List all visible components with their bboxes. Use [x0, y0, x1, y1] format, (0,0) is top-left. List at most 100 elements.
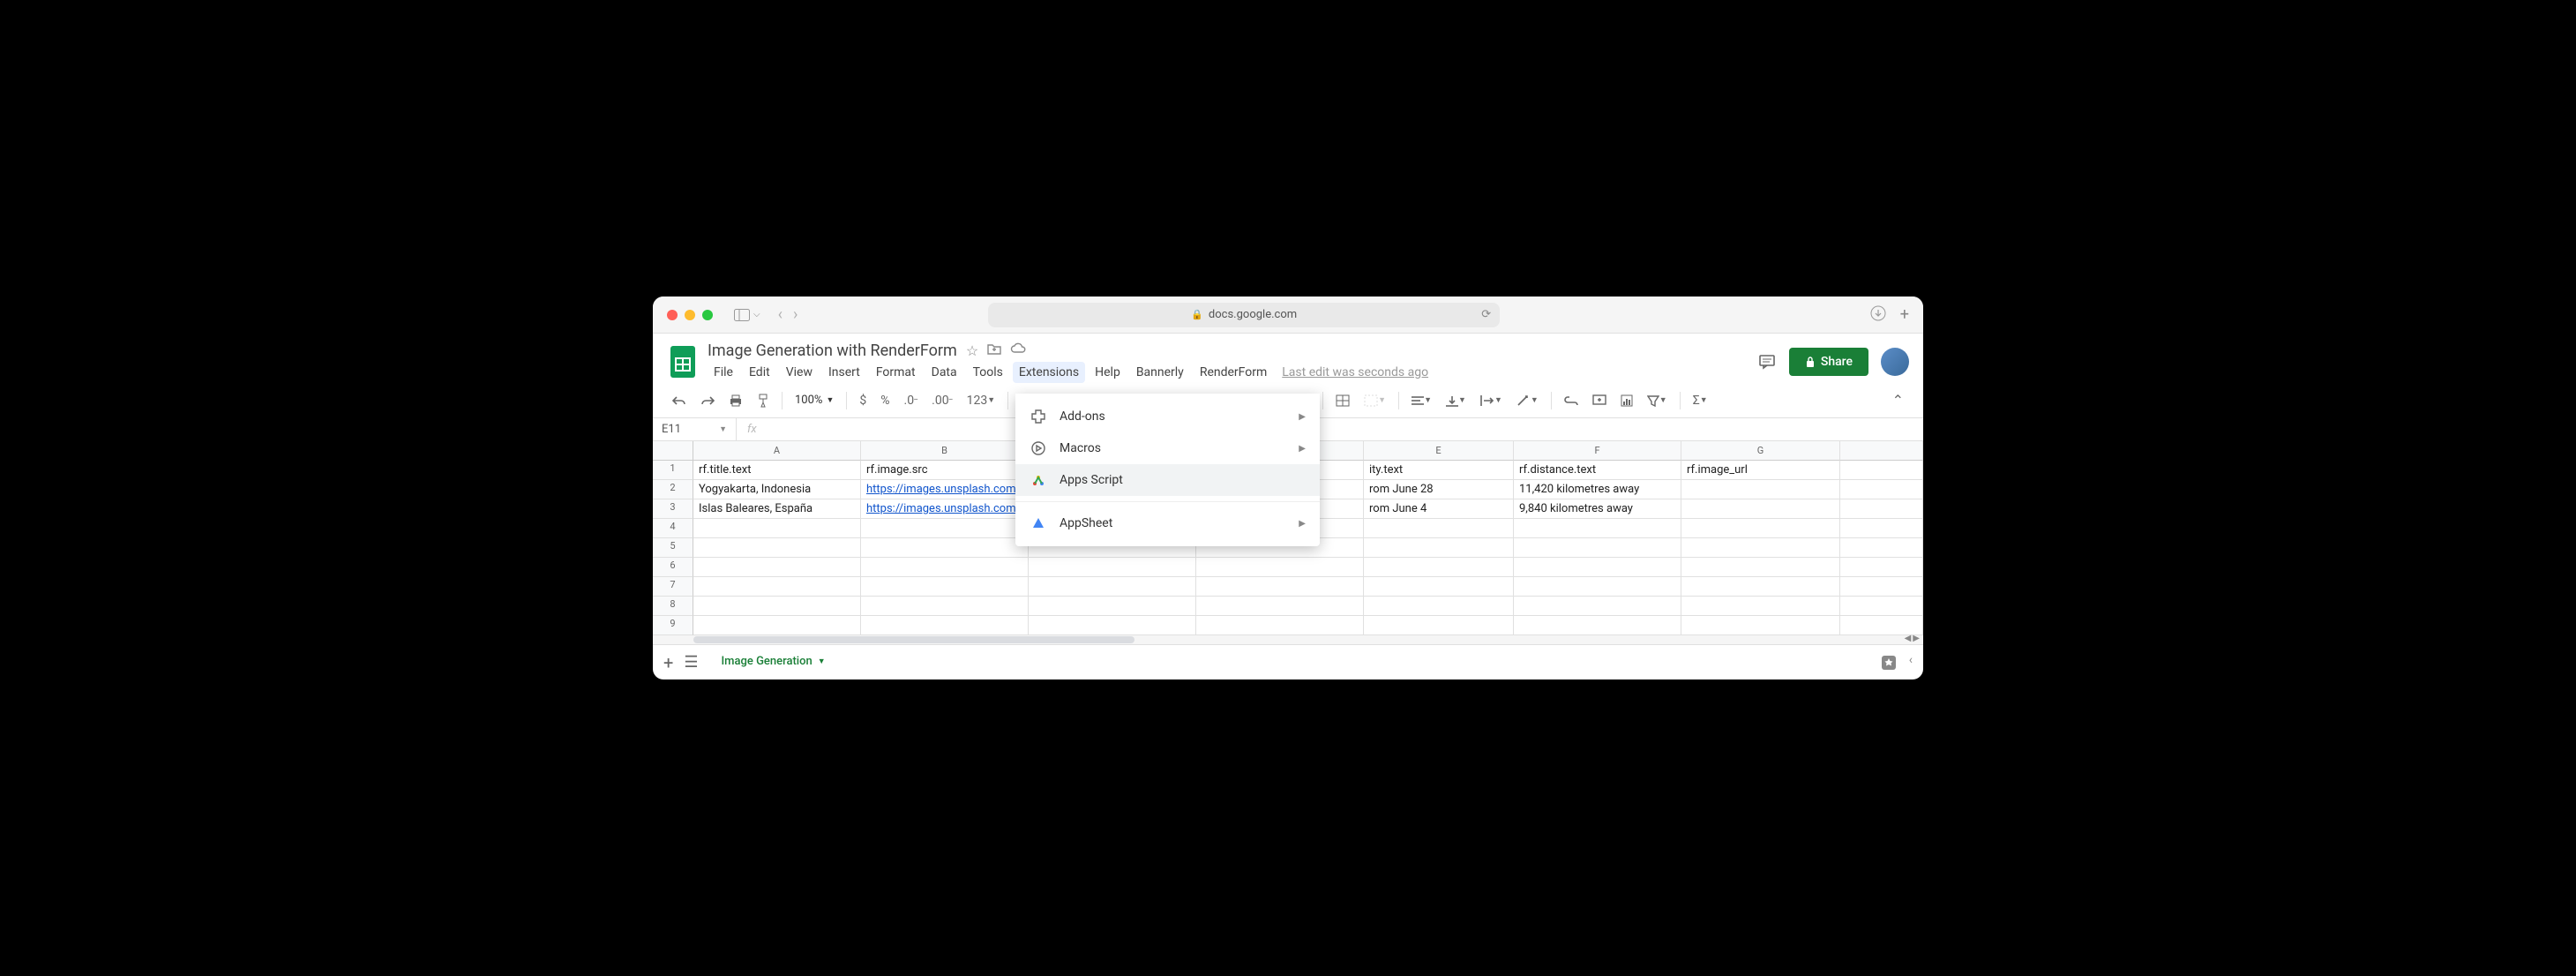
cell-a3[interactable]: Islas Baleares, España	[693, 499, 861, 519]
scrollbar-thumb[interactable]	[693, 636, 1134, 643]
cell-g2[interactable]	[1681, 480, 1840, 499]
merge-cells-button[interactable]	[1330, 391, 1355, 410]
col-header-g[interactable]: G	[1681, 441, 1840, 461]
reload-icon[interactable]: ⟳	[1481, 308, 1491, 321]
add-sheet-button[interactable]: +	[663, 652, 673, 673]
row-header-2[interactable]: 2	[653, 480, 693, 499]
star-icon[interactable]: ☆	[966, 342, 978, 359]
cell-e2[interactable]: rom June 28	[1364, 480, 1514, 499]
cell-f3[interactable]: 9,840 kilometres away	[1514, 499, 1681, 519]
borders-button[interactable]: ▼	[1359, 391, 1391, 410]
user-avatar[interactable]	[1881, 348, 1909, 376]
horizontal-scrollbar[interactable]: ◀▶	[653, 635, 1923, 644]
col-header-b[interactable]: B	[861, 441, 1029, 461]
cloud-icon[interactable]	[1010, 342, 1026, 359]
cell-a2[interactable]: Yogyakarta, Indonesia	[693, 480, 861, 499]
menu-renderform[interactable]: RenderForm	[1194, 362, 1273, 383]
cell-g3[interactable]	[1681, 499, 1840, 519]
currency-button[interactable]: $	[854, 390, 872, 411]
col-header-blank[interactable]	[1840, 441, 1923, 461]
address-bar[interactable]: 🔒 docs.google.com ⟳	[988, 303, 1500, 327]
comment-button[interactable]	[1587, 391, 1612, 410]
cell-b2[interactable]: https://images.unsplash.com	[861, 480, 1029, 499]
sheets-logo[interactable]	[667, 341, 699, 383]
cell-e1[interactable]: ity.text	[1364, 461, 1514, 480]
explore-button[interactable]	[1879, 653, 1898, 672]
cell-g1[interactable]: rf.image_url	[1681, 461, 1840, 480]
forward-button[interactable]: ›	[793, 305, 798, 324]
row-header-1[interactable]: 1	[653, 461, 693, 480]
side-panel-toggle[interactable]: ‹	[1909, 653, 1913, 672]
undo-button[interactable]	[667, 391, 692, 410]
cell-e3[interactable]: rom June 4	[1364, 499, 1514, 519]
cell-f1[interactable]: rf.distance.text	[1514, 461, 1681, 480]
cell-b3[interactable]: https://images.unsplash.com	[861, 499, 1029, 519]
dropdown-addons[interactable]: Add-ons ▶	[1015, 401, 1320, 432]
row-header-4[interactable]: 4	[653, 519, 693, 538]
increase-decimal-button[interactable]: .00_	[926, 390, 958, 411]
decrease-decimal-button[interactable]: .0_	[899, 390, 924, 411]
link-button[interactable]	[1559, 393, 1584, 409]
row-header-6[interactable]: 6	[653, 558, 693, 577]
percent-button[interactable]: %	[875, 390, 895, 411]
row-header-9[interactable]: 9	[653, 616, 693, 635]
valign-button[interactable]: ▼	[1441, 391, 1471, 410]
menu-help[interactable]: Help	[1089, 362, 1127, 383]
redo-button[interactable]	[695, 391, 720, 410]
row-header-7[interactable]: 7	[653, 577, 693, 597]
print-button[interactable]	[723, 390, 748, 411]
chart-button[interactable]	[1615, 391, 1638, 410]
row-header-8[interactable]: 8	[653, 597, 693, 616]
scroll-left-icon[interactable]: ◀	[1905, 634, 1912, 643]
dropdown-apps-script[interactable]: Apps Script	[1015, 464, 1320, 496]
menu-extensions[interactable]: Extensions	[1013, 362, 1085, 383]
cell-blank2[interactable]	[1840, 480, 1923, 499]
share-button[interactable]: Share	[1789, 348, 1868, 376]
move-icon[interactable]	[987, 342, 1001, 359]
cell-blank3[interactable]	[1840, 499, 1923, 519]
edit-history-link[interactable]: Last edit was seconds ago	[1282, 365, 1428, 379]
sidebar-toggle[interactable]: ⌵	[734, 309, 760, 321]
menu-edit[interactable]: Edit	[743, 362, 776, 383]
filter-button[interactable]: ▼	[1642, 391, 1673, 410]
cell-b1[interactable]: rf.image.src	[861, 461, 1029, 480]
rotate-button[interactable]: ▼	[1511, 391, 1544, 410]
collapse-toolbar-button[interactable]: ⌃	[1887, 388, 1909, 412]
doc-title[interactable]: Image Generation with RenderForm	[708, 342, 957, 360]
scroll-right-icon[interactable]: ▶	[1913, 634, 1920, 643]
menu-bannerly[interactable]: Bannerly	[1130, 362, 1190, 383]
cell-blank1[interactable]	[1840, 461, 1923, 480]
menu-tools[interactable]: Tools	[967, 362, 1009, 383]
cell-a1[interactable]: rf.title.text	[693, 461, 861, 480]
col-header-a[interactable]: A	[693, 441, 861, 461]
menu-insert[interactable]: Insert	[822, 362, 866, 383]
zoom-selector[interactable]: 100% ▼	[790, 394, 839, 407]
menu-format[interactable]: Format	[870, 362, 922, 383]
select-all-corner[interactable]	[653, 441, 693, 461]
row-header-3[interactable]: 3	[653, 499, 693, 519]
sheet-tab-active[interactable]: Image Generation ▼	[709, 648, 838, 677]
align-button[interactable]: ▼	[1406, 392, 1437, 409]
dropdown-macros[interactable]: Macros ▶	[1015, 432, 1320, 464]
downloads-icon[interactable]	[1870, 305, 1886, 324]
col-header-f[interactable]: F	[1514, 441, 1681, 461]
comments-icon[interactable]	[1757, 352, 1777, 372]
close-window-button[interactable]	[667, 310, 678, 320]
row-header-5[interactable]: 5	[653, 538, 693, 558]
back-button[interactable]: ‹	[778, 305, 783, 324]
menu-data[interactable]: Data	[925, 362, 963, 383]
new-tab-button[interactable]: +	[1900, 305, 1909, 324]
cell-f2[interactable]: 11,420 kilometres away	[1514, 480, 1681, 499]
wrap-button[interactable]: ▼	[1475, 391, 1508, 410]
menu-file[interactable]: File	[708, 362, 739, 383]
functions-button[interactable]: Σ ▼	[1688, 390, 1713, 411]
all-sheets-button[interactable]: ☰	[684, 653, 698, 672]
dropdown-appsheet[interactable]: AppSheet ▶	[1015, 507, 1320, 539]
menu-view[interactable]: View	[780, 362, 819, 383]
format-selector[interactable]: 123 ▼	[962, 390, 1001, 411]
minimize-window-button[interactable]	[685, 310, 695, 320]
col-header-e[interactable]: E	[1364, 441, 1514, 461]
maximize-window-button[interactable]	[702, 310, 713, 320]
paint-format-button[interactable]	[752, 390, 775, 411]
cell-reference[interactable]: E11 ▼	[653, 418, 737, 440]
